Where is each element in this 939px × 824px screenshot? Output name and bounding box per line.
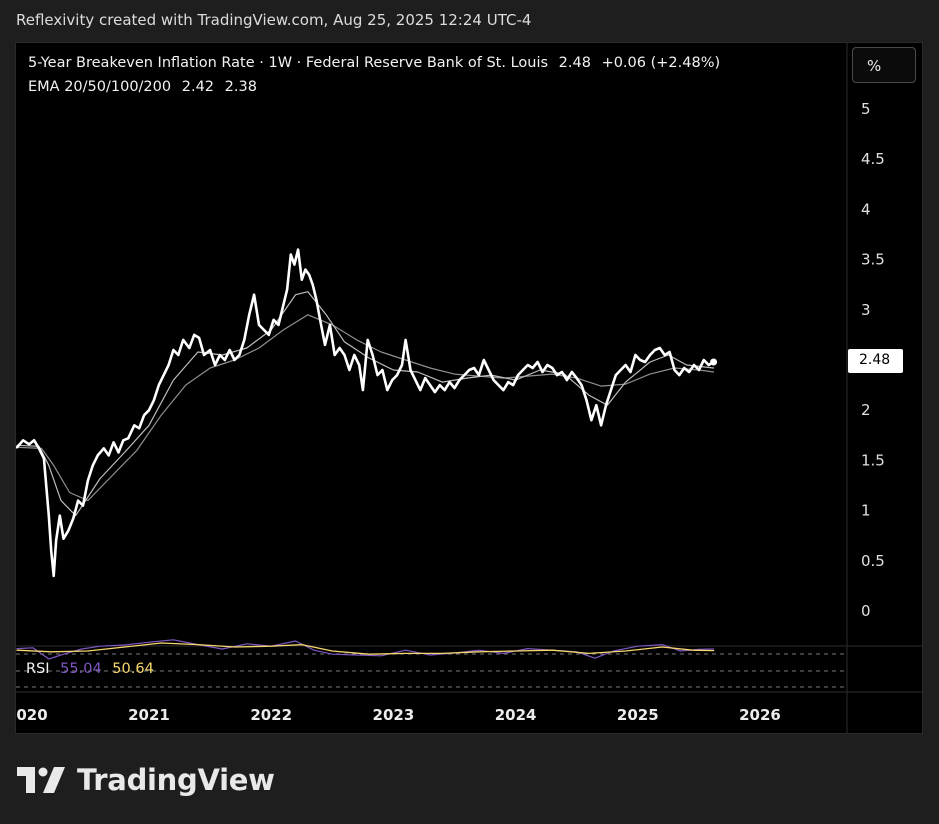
chart-plot[interactable]: 54.543.532.521.510.502020202120222023202…	[16, 43, 922, 733]
legend-ema-value-1: 2.42	[181, 79, 215, 95]
rsi-label: RSI	[26, 661, 50, 677]
legend-last-value: 2.48	[558, 55, 591, 71]
tradingview-logo-icon	[17, 767, 65, 793]
legend-title-row: 5-Year Breakeven Inflation Rate · 1W · F…	[28, 55, 720, 71]
legend-ema-value-2: 2.38	[224, 79, 257, 95]
legend-change: +0.06 (+2.48%)	[601, 55, 721, 71]
rsi-line	[16, 639, 715, 660]
ema-20-line	[16, 291, 715, 517]
y-tick-label: 1.5	[861, 451, 885, 469]
rsi-value: 55.04	[60, 661, 102, 677]
legend-ema-label: EMA 20/50/100/200	[28, 79, 172, 95]
y-tick-label: 4	[861, 200, 871, 218]
y-tick-label: 1	[861, 502, 871, 520]
rsi-ma-value: 50.64	[112, 661, 154, 677]
x-tick-label: 2020	[16, 706, 48, 724]
legend-title: 5-Year Breakeven Inflation Rate · 1W · F…	[28, 55, 549, 71]
y-tick-label: 0.5	[861, 552, 885, 570]
y-tick-label: 5	[861, 100, 871, 118]
tradingview-logo-text: TradingView	[77, 763, 275, 797]
y-tick-label: 3.5	[861, 251, 885, 269]
x-tick-label: 2025	[617, 706, 659, 724]
price-scale-unit-button[interactable]: %	[852, 47, 916, 83]
ema-50-line	[16, 314, 715, 502]
y-tick-label: 4.5	[861, 150, 885, 168]
y-tick-label: 3	[861, 301, 871, 319]
tradingview-logo[interactable]: TradingView	[17, 763, 275, 797]
header-caption: Reflexivity created with TradingView.com…	[16, 11, 532, 29]
chart-frame[interactable]: 54.543.532.521.510.502020202120222023202…	[15, 42, 923, 734]
last-price-tag: 2.48	[848, 349, 903, 373]
x-tick-label: 2023	[373, 706, 415, 724]
x-tick-label: 2024	[495, 706, 537, 724]
last-value-dot	[710, 358, 718, 366]
x-tick-label: 2021	[128, 706, 170, 724]
x-tick-label: 2022	[250, 706, 292, 724]
y-tick-label: 0	[861, 602, 871, 620]
legend-ema-row: EMA 20/50/100/200 2.42 2.38	[28, 79, 257, 95]
x-tick-label: 2026	[739, 706, 781, 724]
price-line	[16, 248, 715, 578]
y-tick-label: 2	[861, 401, 871, 419]
rsi-legend: RSI 55.04 50.64	[26, 661, 154, 677]
